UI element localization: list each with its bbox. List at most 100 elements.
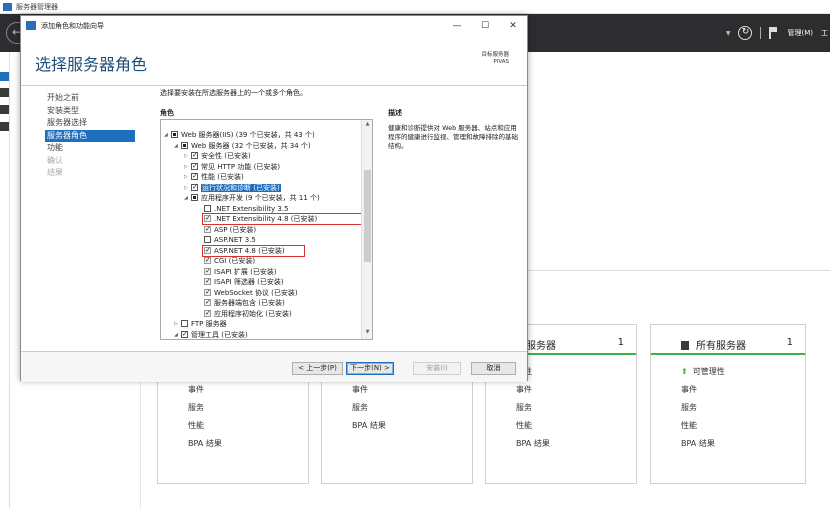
tile-row-manageability[interactable]: 理性 [516, 363, 636, 381]
node-label: ASP (已安装) [214, 225, 257, 234]
expand-icon[interactable]: ▷ [184, 151, 191, 162]
scroll-up-icon[interactable]: ▲ [362, 121, 372, 130]
expand-icon[interactable]: ▷ [184, 172, 191, 183]
tree-node[interactable]: ▷ 常见 HTTP 功能 (已安装) [184, 161, 280, 173]
tile-row-services[interactable]: 服务 [681, 399, 805, 417]
wizard-app-icon [26, 21, 36, 30]
checkbox[interactable] [191, 150, 198, 161]
collapse-icon[interactable]: ◢ [184, 193, 191, 204]
expand-icon[interactable]: ▷ [174, 319, 181, 330]
tile-row-bpa[interactable]: BPA 结果 [681, 435, 805, 453]
nav-server-selection[interactable]: 服务器选择 [45, 117, 135, 130]
menu-tools[interactable]: 工 [821, 28, 828, 38]
tile-row-events[interactable]: 事件 [352, 381, 472, 399]
tile-row-bpa[interactable]: BPA 结果 [516, 435, 636, 453]
window-controls: — ☐ ✕ [443, 16, 527, 36]
tile-row-performance[interactable]: 性能 [681, 417, 805, 435]
node-label: 性能 (已安装) [201, 173, 244, 181]
nav-before-you-begin[interactable]: 开始之前 [45, 92, 135, 105]
tile-row-services[interactable]: 服务 [516, 399, 636, 417]
next-button[interactable]: 下一步(N) > [346, 362, 394, 375]
checkbox[interactable] [204, 224, 211, 234]
tree-node[interactable]: 应用程序初始化 (已安装) [204, 308, 292, 320]
file-services-icon[interactable] [0, 122, 9, 131]
wizard-header: 选择服务器角色 目标服务器 PIVAS [21, 38, 527, 86]
roles-tree[interactable]: ◢ Web 服务器(IIS) (39 个已安装，共 43 个) ◢ Web 服务器 … [160, 119, 373, 340]
maximize-icon[interactable]: ☐ [471, 16, 499, 36]
checkbox[interactable] [204, 255, 211, 266]
checkbox[interactable] [204, 297, 211, 308]
checkbox[interactable] [181, 320, 188, 327]
node-label: ISAPI 扩展 (已安装) [214, 267, 277, 276]
checkbox[interactable] [181, 329, 188, 339]
refresh-icon[interactable]: ↻ [738, 26, 753, 40]
collapse-icon[interactable]: ◢ [164, 130, 171, 141]
tile-row-services[interactable]: 服务 [352, 399, 472, 417]
tree-node[interactable]: ISAPI 筛选器 (已安装) [204, 276, 284, 288]
tile-count: 1 [617, 337, 624, 348]
tile-row-events[interactable]: 事件 [681, 381, 805, 399]
tile-row-events[interactable]: 事件 [188, 381, 308, 399]
collapse-icon[interactable]: ◢ [174, 330, 181, 340]
tree-node-selected[interactable]: ▷ 运行状况和诊断 (已安装) [184, 182, 281, 194]
all-servers-tile[interactable]: 所有服务器 1 ⬆ 可管理性 事件 服务 性能 BPA 结果 [650, 324, 806, 484]
local-server-icon[interactable] [0, 88, 9, 97]
menu-manage[interactable]: 管理(M) [787, 28, 813, 38]
node-label: 应用程序开发 (9 个已安装，共 11 个) [201, 194, 320, 202]
checkbox[interactable] [191, 171, 198, 182]
wizard-titlebar: 添加角色和功能向导 — ☐ ✕ [21, 16, 527, 38]
server-manager-titlebar: 服务器管理器 [0, 0, 830, 14]
tree-node[interactable]: ◢ 管理工具 (已安装) [174, 329, 248, 340]
checkbox[interactable] [204, 204, 211, 212]
flag-notifications-icon[interactable] [769, 27, 779, 39]
expand-icon[interactable]: ▷ [184, 162, 191, 173]
tree-node[interactable]: 服务器端包含 (已安装) [204, 297, 285, 309]
checkbox[interactable] [191, 194, 198, 201]
close-icon[interactable]: ✕ [499, 16, 527, 36]
toolbar-divider [760, 27, 762, 39]
tree-node[interactable]: ◢ 应用程序开发 (9 个已安装，共 11 个) [184, 193, 320, 204]
tile-row-performance[interactable]: 性能 [516, 417, 636, 435]
scroll-down-icon[interactable]: ▼ [362, 329, 372, 338]
tile-row-services[interactable]: 服务 [188, 399, 308, 417]
nav-features[interactable]: 功能 [45, 142, 135, 155]
expand-icon[interactable]: ▷ [184, 183, 191, 194]
chevron-down-icon[interactable]: ▼ [726, 30, 731, 37]
tree-node[interactable]: ◢ Web 服务器(IIS) (39 个已安装，共 43 个) [164, 130, 315, 141]
checkbox[interactable] [204, 276, 211, 287]
tile-row-bpa[interactable]: BPA 结果 [188, 435, 308, 453]
node-label: Web 服务器(IIS) (39 个已安装，共 43 个) [181, 131, 315, 139]
install-button[interactable]: 安装(I) [413, 362, 461, 375]
all-servers-icon[interactable] [0, 105, 9, 114]
tree-node[interactable]: ISAPI 扩展 (已安装) [204, 266, 277, 278]
tile-row-label: 可管理性 [692, 367, 725, 376]
dashboard-icon[interactable] [0, 72, 9, 81]
checkbox[interactable] [171, 131, 178, 138]
minimize-icon[interactable]: — [443, 16, 471, 36]
tile-row-performance[interactable]: 性能 [188, 417, 308, 435]
collapse-icon[interactable]: ◢ [174, 141, 181, 152]
cancel-button[interactable]: 取消 [471, 362, 516, 375]
checkbox[interactable] [204, 308, 211, 318]
node-label: 服务器端包含 (已安装) [214, 299, 285, 307]
tree-node[interactable]: ASP (已安装) [204, 224, 257, 236]
nav-installation-type[interactable]: 安装类型 [45, 105, 135, 118]
checkbox[interactable] [204, 266, 211, 276]
checkbox[interactable] [181, 141, 188, 149]
checkbox[interactable] [204, 287, 211, 297]
checkbox[interactable] [191, 182, 198, 192]
wizard-title: 添加角色和功能向导 [41, 22, 104, 30]
checkbox[interactable] [204, 236, 211, 243]
nav-results: 结果 [47, 168, 63, 177]
nav-server-roles[interactable]: 服务器角色 [45, 129, 135, 142]
tree-node[interactable]: WebSocket 协议 (已安装) [204, 287, 298, 299]
tile-row-bpa[interactable]: BPA 结果 [352, 417, 472, 435]
checkbox[interactable] [191, 161, 198, 171]
tile-row-manageability[interactable]: ⬆ 可管理性 [681, 363, 805, 381]
tree-node[interactable]: CGI (已安装) [204, 255, 255, 267]
scroll-thumb[interactable] [364, 170, 371, 262]
tree-scrollbar[interactable]: ▲ ▼ [361, 120, 372, 339]
node-label: .NET Extensibility 3.5 [214, 204, 289, 213]
tile-row-events[interactable]: 事件 [516, 381, 636, 399]
previous-button[interactable]: < 上一步(P) [292, 362, 343, 375]
